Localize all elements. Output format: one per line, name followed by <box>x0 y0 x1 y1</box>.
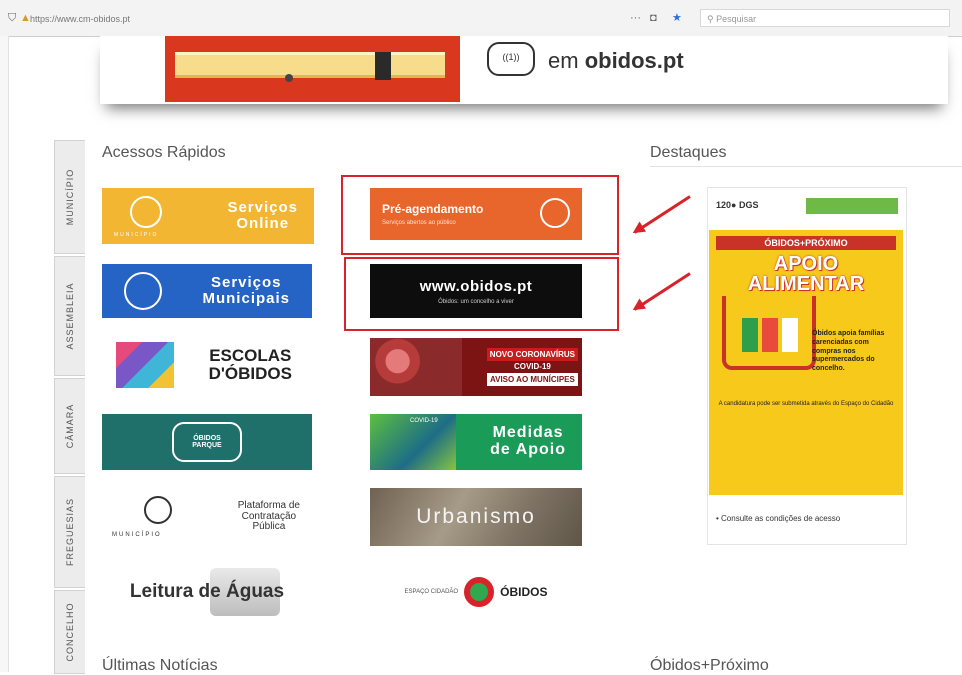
tile-obidos-pt[interactable]: www.obidos.pt Óbidos: um concelho a vive… <box>370 264 582 318</box>
side-tab-label: ASSEMBLEIA <box>65 282 75 350</box>
promo-headline-line: ALIMENTAR <box>747 273 865 295</box>
chat-bubble-icon <box>540 198 570 228</box>
hero-image-dot <box>285 74 293 82</box>
promo-headline: APOIO ALIMENTAR <box>709 254 903 294</box>
tile-obidos-parque[interactable]: ÓBIDOS PARQUE <box>102 414 312 470</box>
espaco-cidadao-logo-icon <box>464 577 495 607</box>
tile-covid-aviso[interactable]: NOVO CORONAVÍRUS COVID-19 AVISO AO MUNÍC… <box>370 338 582 396</box>
hero-text: em obidos.pt <box>548 48 684 74</box>
tile-plataforma-contratacao[interactable]: MUNICÍPIO Plataforma de Contratação Públ… <box>102 488 312 546</box>
search-input[interactable]: ⚲ Pesquisar <box>700 9 950 27</box>
grocery-item <box>742 318 758 352</box>
side-tab-municipio[interactable]: MUNICÍPIO <box>54 140 85 254</box>
highlights-title: Destaques <box>650 144 727 161</box>
tile-title-line: Pública <box>252 521 286 533</box>
promo-logos: 120● DGS <box>716 200 759 210</box>
proximo-title: Óbidos+Próximo <box>650 657 769 674</box>
page-left-edge <box>0 36 9 672</box>
grocery-item <box>762 318 778 352</box>
escolas-logo-icon <box>116 342 174 388</box>
tile-title-line: COVID-19 <box>513 362 551 372</box>
tile-title-line: PARQUE <box>192 442 222 449</box>
tile-title-line: Medidas <box>492 424 564 442</box>
side-tab-concelho[interactable]: CONCELHO <box>54 590 85 674</box>
bookmark-star-icon[interactable]: ★ <box>672 9 682 27</box>
promo-headline-line: APOIO <box>773 253 839 275</box>
tile-title: ÓBIDOS <box>500 585 548 599</box>
side-tab-camara[interactable]: CÂMARA <box>54 378 85 474</box>
tile-title-line: de Apoio <box>490 441 566 458</box>
tile-title-line: ÓBIDOS <box>193 434 221 442</box>
municipio-logo-icon <box>130 196 162 228</box>
side-tab-label: FREGUESIAS <box>65 497 75 567</box>
tile-medidas-apoio[interactable]: COVID-19 Medidas de Apoio <box>370 414 582 470</box>
tile-title-line: AVISO AO MUNÍCIPES <box>486 372 578 386</box>
parque-logo-icon: ÓBIDOS PARQUE <box>172 422 242 462</box>
tile-servicos-municipais[interactable]: Serviços Municipais <box>102 264 312 318</box>
tile-title-line: ESCOLAS <box>209 346 292 366</box>
hero-image-band <box>175 52 445 78</box>
municipio-logo-icon <box>144 496 172 524</box>
tile-subtitle: Óbidos: um concelho a viver <box>438 298 514 305</box>
tile-title-line: Serviços <box>227 199 298 217</box>
more-icon[interactable]: ··· <box>630 9 641 27</box>
search-icon: ⚲ <box>707 14 717 24</box>
tile-title-line: Municipais <box>202 290 290 307</box>
annotation-arrow <box>633 272 691 311</box>
tile-tag: COVID-19 <box>410 418 438 424</box>
tile-title-line: Serviços <box>210 274 282 292</box>
promo-banner-top: ÓBIDOS+PRÓXIMO <box>716 236 896 250</box>
grocery-item <box>782 318 798 352</box>
tile-title-line: NOVO CORONAVÍRUS <box>486 348 578 362</box>
promo-link[interactable]: • Consulte as condições de acesso <box>716 514 902 523</box>
tile-servicos-online[interactable]: MUNICÍPIO Serviços Online <box>102 188 314 244</box>
tile-title-line: Online <box>236 215 290 232</box>
promo-side-text: Óbidos apoia famílias carenciadas com co… <box>812 330 885 372</box>
tile-caption: MUNICÍPIO <box>112 532 162 538</box>
tile-title: Leitura de Águas <box>129 581 285 603</box>
hero-text-prefix: em <box>548 48 585 73</box>
promo-footer-text: A candidatura pode ser submetida através… <box>718 401 894 407</box>
tile-title: www.obidos.pt <box>419 277 533 295</box>
pocket-icon[interactable]: ◘ <box>650 9 657 27</box>
tile-caption: MUNICÍPIO <box>114 232 159 238</box>
tile-pre-agendamento[interactable]: Pré-agendamento Serviços abertos ao públ… <box>370 188 582 240</box>
tile-urbanismo[interactable]: Urbanismo <box>370 488 582 546</box>
shield-icon[interactable]: ⛉ <box>8 9 16 27</box>
tile-title-line: D'ÓBIDOS <box>208 364 292 383</box>
highlights-divider <box>650 166 962 167</box>
tile-subtitle: Serviços abertos ao público <box>382 220 456 226</box>
side-tab-freguesias[interactable]: FREGUESIAS <box>54 476 85 588</box>
tile-escolas[interactable]: ESCOLAS D'ÓBIDOS <box>102 336 302 394</box>
search-placeholder: Pesquisar <box>716 14 757 24</box>
hero-logo: ((1)) <box>487 42 535 76</box>
hero-image-buckle <box>375 52 391 80</box>
news-title: Últimas Notícias <box>102 657 218 674</box>
promo-logo-strip <box>806 198 898 214</box>
annotation-arrow <box>633 195 691 234</box>
municipio-logo-icon <box>124 272 162 310</box>
address-bar[interactable]: https://www.cm-obidos.pt <box>30 10 650 28</box>
tile-title: Urbanismo <box>416 504 536 528</box>
tile-leitura-aguas[interactable]: Leitura de Águas <box>102 564 312 620</box>
hero-text-bold: obidos.pt <box>584 48 684 73</box>
tile-espaco-cidadao[interactable]: ESPAÇO CIDADÃO ÓBIDOS <box>370 564 582 620</box>
side-tab-assembleia[interactable]: ASSEMBLEIA <box>54 256 85 376</box>
tile-caption: ESPAÇO CIDADÃO <box>404 589 459 595</box>
side-tab-label: CÂMARA <box>65 403 75 449</box>
quick-access-title: Acessos Rápidos <box>102 144 226 161</box>
side-tab-label: CONCELHO <box>65 602 75 662</box>
tile-title: Pré-agendamento <box>382 202 484 216</box>
side-tab-label: MUNICÍPIO <box>65 168 75 226</box>
virus-image <box>370 338 462 396</box>
